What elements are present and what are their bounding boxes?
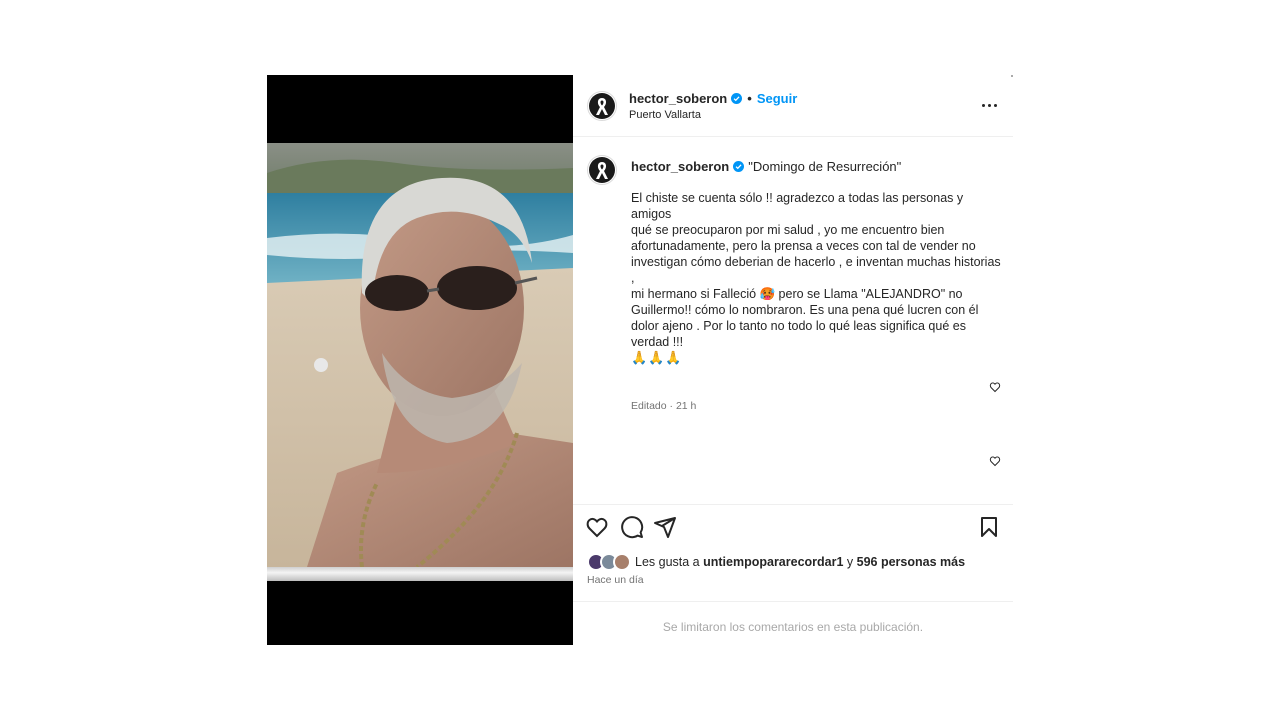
verified-badge-icon [731, 93, 743, 104]
post-sidebar: hector_soberon • Seguir Puerto Vallarta [573, 75, 1013, 645]
follow-button[interactable]: Seguir [757, 91, 797, 106]
comment-like-heart-icon[interactable] [989, 455, 1001, 467]
more-options-icon[interactable] [977, 95, 1001, 115]
liker-avatar [613, 553, 631, 571]
media-divider [267, 567, 573, 581]
mourning-ribbon-icon [589, 157, 615, 183]
likes-connector: y [843, 555, 857, 569]
likes-prefix: Les gusta a [635, 555, 704, 569]
caption-line: qué se preocuparon por mi salud , yo me … [631, 223, 945, 237]
bookmark-icon[interactable] [977, 515, 1001, 539]
caption-line: El chiste se cuenta sólo !! agradezco a … [631, 191, 964, 221]
caption-area: hector_soberon "Domingo de Resurreción" … [573, 137, 1013, 505]
caption-avatar[interactable] [587, 155, 617, 185]
corner-mark [1011, 75, 1013, 77]
mourning-ribbon-icon [589, 93, 615, 119]
comment-like-heart-icon[interactable] [989, 381, 1001, 393]
post-header: hector_soberon • Seguir Puerto Vallarta [573, 75, 1013, 137]
caption-line: investigan cómo deberian de hacerlo , e … [631, 255, 1001, 285]
caption-line: verdad !!! [631, 335, 684, 349]
post-author: hector_soberon • Seguir [629, 91, 797, 106]
likes-summary: Les gusta a untiempopararecordar1 y 596 … [587, 553, 965, 571]
verified-badge-icon [733, 161, 745, 172]
caption-line: Guillermo!! cómo lo nombraron. Es una pe… [631, 303, 979, 317]
location-link[interactable]: Puerto Vallarta [629, 109, 701, 121]
caption-line: mi hermano si Falleció 🥵 pero se Llama "… [631, 287, 963, 301]
likes-count-link[interactable]: 596 personas más [857, 555, 965, 569]
praying-hands-emojis: 🙏🙏🙏 [631, 350, 683, 365]
post-timestamp[interactable]: Hace un día [587, 574, 644, 586]
action-bar [573, 513, 1013, 543]
separator-dot: • [747, 91, 752, 106]
instagram-post: hector_soberon • Seguir Puerto Vallarta [267, 75, 1013, 645]
post-media[interactable] [267, 75, 573, 645]
liker-username-link[interactable]: untiempopararecordar1 [703, 555, 843, 569]
beach-selfie-image [267, 143, 573, 567]
caption-line: afortunadamente, pero la prensa a veces … [631, 239, 976, 253]
post-photo [267, 143, 573, 567]
comment-icon[interactable] [620, 515, 644, 539]
username-link[interactable]: hector_soberon [629, 91, 727, 106]
liker-avatars[interactable] [587, 553, 633, 571]
heart-icon[interactable] [585, 515, 609, 539]
avatar[interactable] [587, 91, 617, 121]
comments-limited-notice: Se limitaron los comentarios en esta pub… [573, 601, 1013, 645]
caption-line: dolor ajeno . Por lo tanto no todo lo qu… [631, 319, 966, 333]
caption-text: El chiste se cuenta sólo !! agradezco a … [631, 190, 1003, 366]
caption-username[interactable]: hector_soberon [631, 159, 729, 174]
share-icon[interactable] [653, 515, 677, 539]
caption-edited-time: Editado · 21 h [631, 400, 697, 412]
caption-title: "Domingo de Resurreción" [748, 159, 902, 174]
caption-header: hector_soberon "Domingo de Resurreción" [631, 159, 901, 174]
